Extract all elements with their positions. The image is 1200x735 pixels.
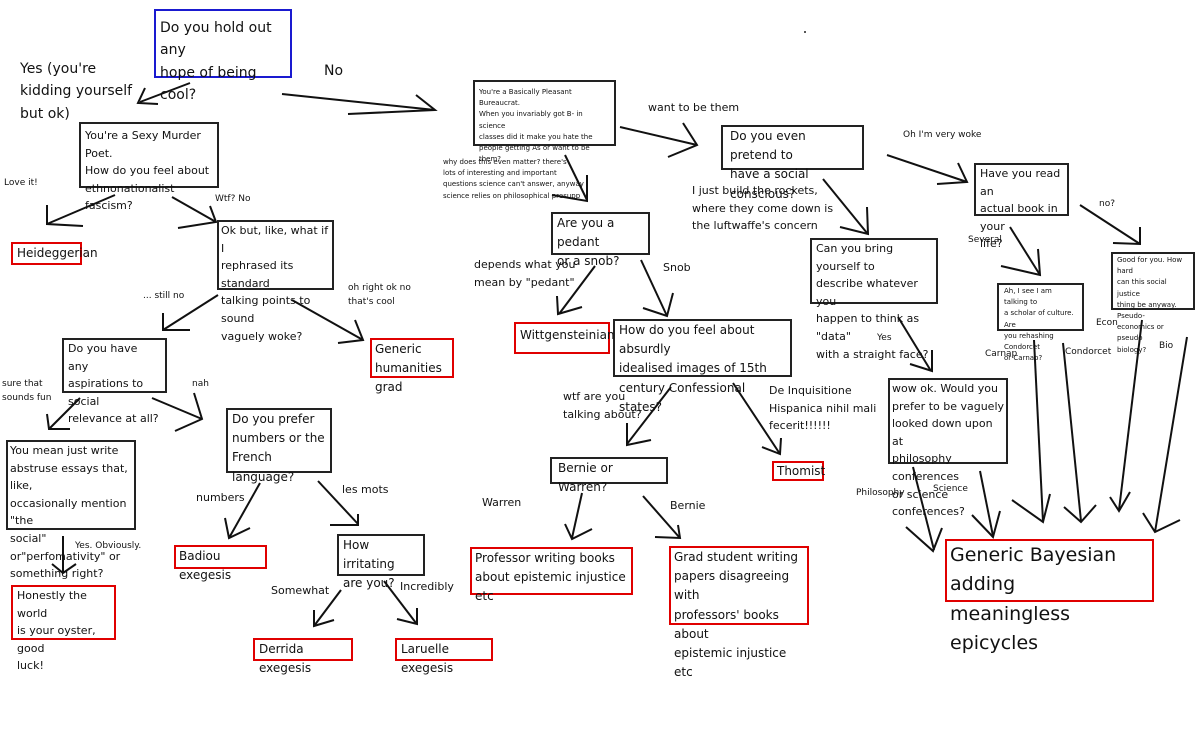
arrow-wtf-no [171,196,217,223]
edge-label-love-it: Love it! [4,178,38,188]
edge-label-incredibly: Incredibly [400,580,454,593]
edge-label-carnap: Carnap [985,349,1018,359]
outcome-badiou: Badiou exegesis [174,545,267,582]
edge-label-yes-cool: Yes (you're kidding yourself but ok) [20,61,133,122]
edge-label-science: Science [933,484,968,494]
outcome-heideggerian: Heideggerian [11,242,98,265]
arrowhead [971,510,1001,539]
edge-label-rockets: I just build the rockets, where they com… [692,184,834,233]
edge-label-numbers: numbers [196,491,245,504]
edge-label-yes-data: Yes [877,333,892,343]
rephrase-question: Ok but, like, what if I rephrased its st… [217,220,334,343]
edge-label-philosophy: Philosophy [856,488,905,498]
edge-label-woke: Oh I'm very woke [903,130,982,140]
bernie-warren-question: Bernie or Warren? [550,457,668,494]
edge-label-several: Several [968,235,1002,245]
edge-label-still-no: ... still no [143,291,185,301]
outcome-humanities-grad: Generic humanities grad [370,338,454,394]
outcome-derrida: Derrida exegesis [253,638,353,675]
outcome-laruelle: Laruelle exegesis [395,638,493,675]
social-conscious-question: Do you even pretend to have a social con… [721,125,864,201]
edge-label-condorcet: Condorcet [1065,347,1112,357]
edge-label-nah: nah [192,379,209,389]
arrow-woke [886,154,968,183]
good-for-you-question: Good for you. How hard can this social j… [1111,252,1195,354]
edge-label-bernie: Bernie [670,499,706,512]
conferences-question: wow ok. Would you prefer to be vaguely l… [888,378,1008,518]
edge-label-no-cool: No [324,63,344,79]
start-question: Do you hold out any hope of being cool? [154,9,292,103]
bureaucrat-question: You're a Basically Pleasant Bureaucrat. … [473,80,616,163]
outcome-wittgensteinian: Wittgensteinian [514,322,615,354]
edge-label-no-book: no? [1099,199,1115,209]
edge-label-sure-fun: sure that sounds fun [2,379,52,404]
edge-label-why-matter: why does this even matter? there's lots … [443,158,584,200]
arrowhead [1011,493,1051,524]
edge-label-depends: depends what you mean by "pedant" [474,258,576,289]
numbers-french-question: Do you prefer numbers or the French lang… [226,408,332,484]
irritating-question: How irritating are you? [337,534,425,590]
outcome-oyster: Honestly the world is your oyster, good … [11,585,116,672]
pedant-snob-question: Are you a pedant or a snob? [551,212,650,268]
edge-label-somewhat: Somewhat [271,584,330,597]
edge-label-warren: Warren [482,496,522,509]
arrowhead [1142,512,1181,534]
abstruse-question: You mean just write abstruse essays that… [6,440,136,580]
arrowhead [1000,248,1042,277]
outcome-professor: Professor writing books about epistemic … [470,547,633,603]
edge-label-wtf-talking: wtf are you talking about? [563,390,642,421]
data-question: Can you bring yourself to describe whate… [810,238,938,361]
edge-label-want-to-be: want to be them [648,101,740,114]
confessional-question: How do you feel about absurdly idealised… [613,319,792,414]
outcome-thomist: Thomist [772,461,825,481]
arrow-several [1009,226,1041,276]
arrow-warren [571,492,583,539]
arrowhead [626,423,652,447]
edge-label-les-mots: les mots [342,483,389,496]
edge-label-snob: Snob [663,261,691,274]
outcome-bayesian: Generic Bayesian adding meaningless epic… [945,539,1154,654]
edge-label-oh-right: oh right ok no that's cool [348,283,411,308]
arrowhead [337,319,365,344]
arrow-bio [1154,336,1188,533]
scholar-question: Ah, I see I am talking to a scholar of c… [997,283,1084,362]
actual-book-question: Have you read an actual book in your lif… [974,163,1069,250]
arrowhead [564,523,593,541]
stray-dot [804,31,806,33]
arrowhead [177,205,218,229]
arrow-no-cool [281,93,436,111]
arrow-nah [151,397,203,420]
outcome-grad-student: Grad student writing papers disagreeing … [669,546,809,679]
sexy-poet-question: You're a Sexy Murder Poet. How do you fe… [79,122,219,212]
arrow-condorcet [1062,342,1082,522]
edge-label-inquisition: De Inquisitione Hispanica nihil mali fec… [769,384,877,433]
arrow-carnap [1033,339,1044,523]
edge-label-wtf-no: Wtf? No [215,194,251,204]
edge-label-econ: Econ [1096,318,1118,328]
edge-label-yes-obviously: Yes. Obviously. [75,541,142,551]
arrow-want-to-be [619,126,698,146]
edge-label-bio: Bio [1159,341,1174,351]
arrowhead [174,392,204,432]
aspirations-question: Do you have any aspirations to social re… [62,338,167,425]
arrowhead [905,526,943,553]
arrowhead [654,524,682,540]
